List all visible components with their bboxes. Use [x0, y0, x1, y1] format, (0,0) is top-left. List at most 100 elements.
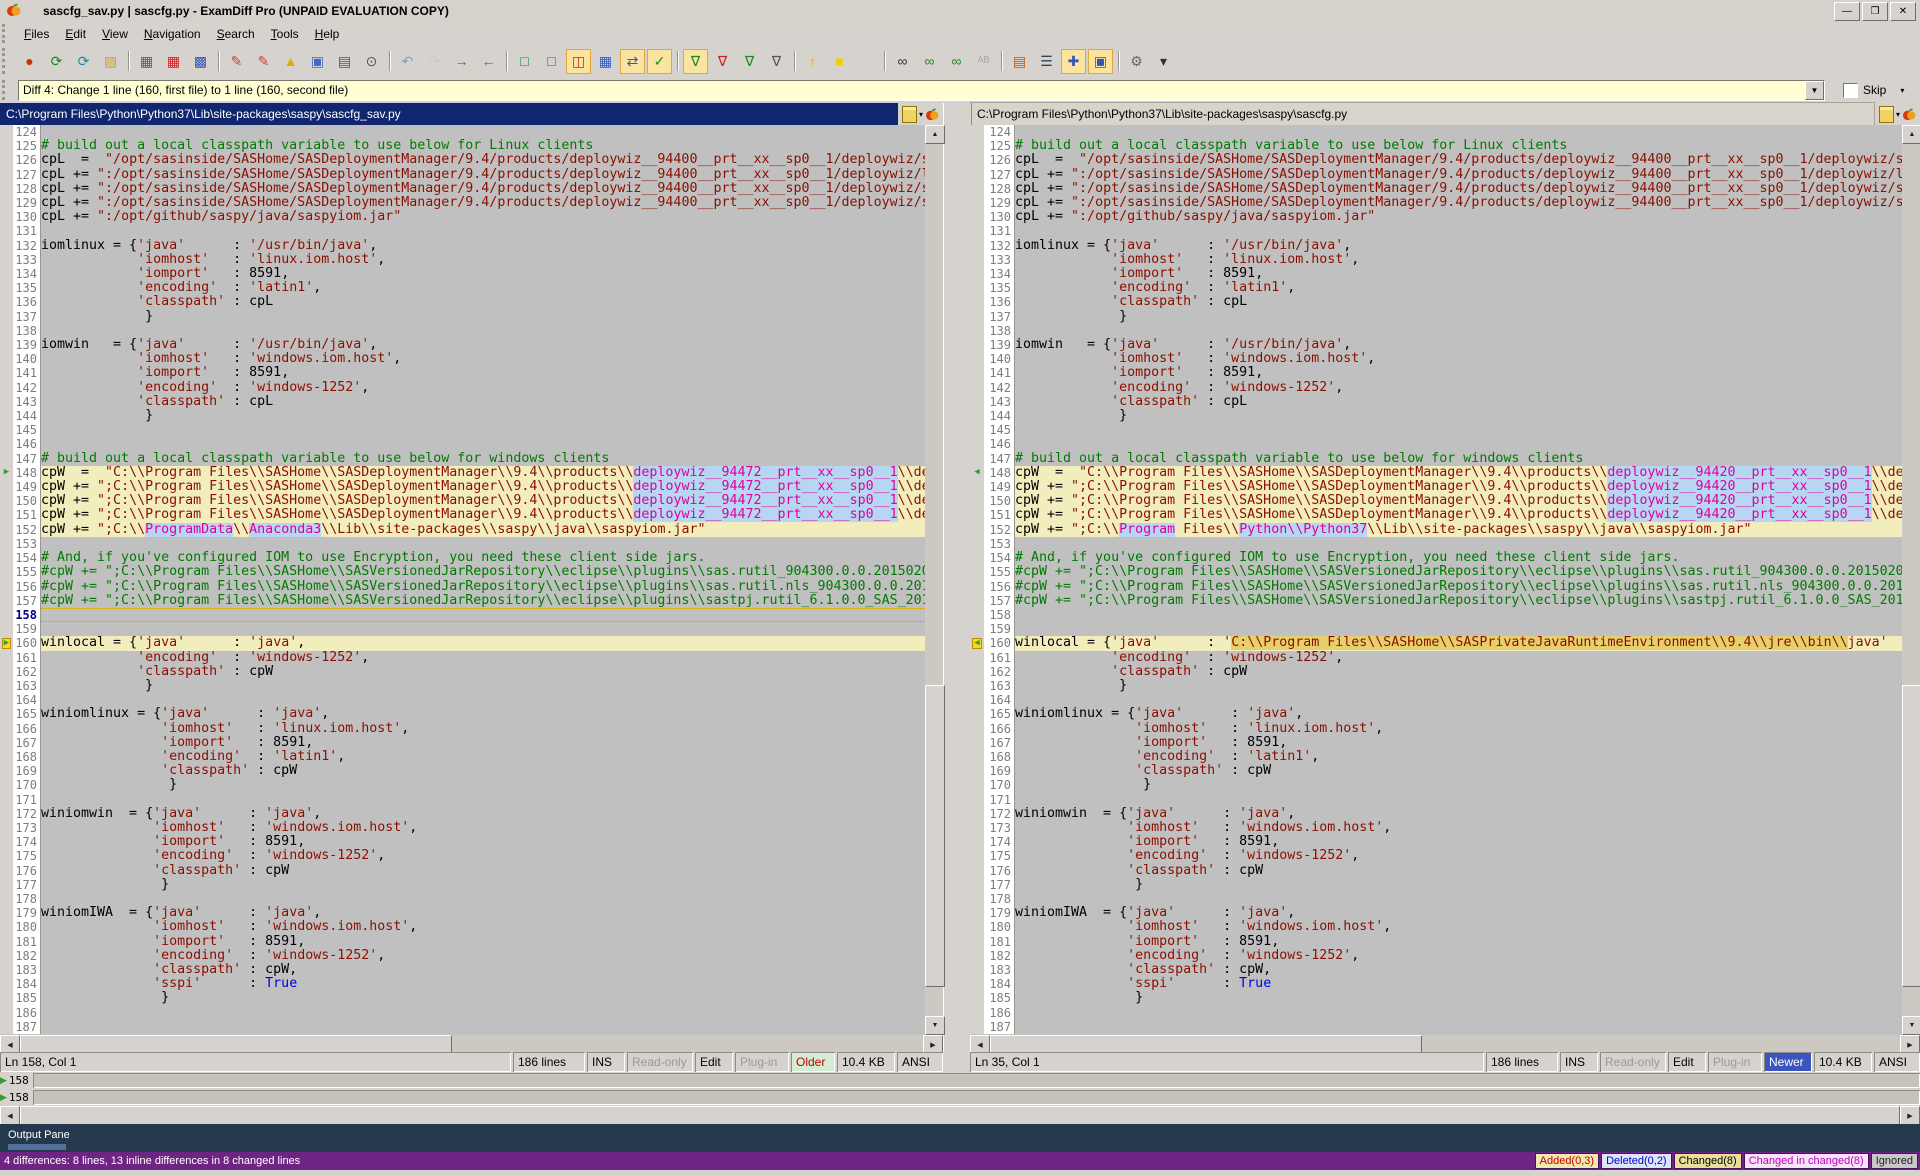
code-line-175[interactable]: 175 'encoding' : 'windows-1252',: [0, 849, 925, 863]
edit-flag[interactable]: Edit: [695, 1052, 733, 1072]
code-line-159[interactable]: 159: [970, 622, 1902, 636]
diff-stat-badge[interactable]: Changed in changed(8): [1744, 1153, 1869, 1169]
plugin-options-icon[interactable]: ▣: [1088, 49, 1113, 74]
code-line-136[interactable]: 136 'classpath' : cpL: [970, 295, 1902, 309]
code-line-147[interactable]: 147# build out a local classpath variabl…: [0, 452, 925, 466]
find-previous-icon[interactable]: ∞: [944, 49, 969, 74]
diff-stat-badge[interactable]: Deleted(0,2): [1601, 1153, 1672, 1169]
code-line-128[interactable]: 128cpL += ":/opt/sasinside/SASHome/SASDe…: [970, 182, 1902, 196]
code-line-153[interactable]: 153: [0, 537, 925, 551]
pane-splitter[interactable]: [943, 103, 972, 1052]
first-pane-vertical-scrollbar[interactable]: ▲ ▼: [925, 125, 943, 1035]
code-line-173[interactable]: 173 'iomhost' : 'windows.iom.host',: [0, 821, 925, 835]
code-line-168[interactable]: 168 'encoding' : 'latin1',: [0, 750, 925, 764]
code-line-186[interactable]: 186: [970, 1006, 1902, 1020]
save-diff-report-icon[interactable]: ▣: [305, 49, 330, 74]
scroll-thumb[interactable]: [20, 1106, 1900, 1125]
copy-to-first-icon[interactable]: ←: [476, 49, 501, 74]
code-line-166[interactable]: 166 'iomhost' : 'linux.iom.host',: [970, 722, 1902, 736]
code-line-135[interactable]: 135 'encoding' : 'latin1',: [970, 281, 1902, 295]
menu-item-edit[interactable]: Edit: [57, 24, 94, 44]
current-diff-combobox[interactable]: Diff 4: Change 1 line (160, first file) …: [18, 80, 1825, 101]
code-line-162[interactable]: 162 'classpath' : cpW: [0, 665, 925, 679]
save-first-file-icon[interactable]: ▦: [134, 49, 159, 74]
print-icon[interactable]: ▤: [332, 49, 357, 74]
save-both-files-icon[interactable]: ▩: [188, 49, 213, 74]
code-line-159[interactable]: 159: [0, 622, 925, 636]
code-line-131[interactable]: 131: [970, 224, 1902, 238]
bar-overflow-icon[interactable]: ▾: [1900, 86, 1904, 95]
code-line-187[interactable]: 187: [0, 1020, 925, 1034]
previous-diff-icon[interactable]: ↑: [800, 49, 825, 74]
code-line-146[interactable]: 146: [0, 437, 925, 451]
code-line-164[interactable]: 164: [0, 693, 925, 707]
code-line-167[interactable]: 167 'iomport' : 8591,: [0, 736, 925, 750]
code-line-179[interactable]: 179winiomIWA = {'java' : 'java',: [0, 906, 925, 920]
code-line-154[interactable]: 154# And, if you've configured IOM to us…: [970, 551, 1902, 565]
code-line-132[interactable]: 132iomlinux = {'java' : '/usr/bin/java',: [970, 239, 1902, 253]
save-second-file-icon[interactable]: ▦: [161, 49, 186, 74]
scroll-up-icon[interactable]: ▲: [925, 125, 945, 144]
code-line-169[interactable]: 169 'classpath' : cpW: [970, 764, 1902, 778]
code-line-177[interactable]: 177 }: [0, 878, 925, 892]
code-line-167[interactable]: 167 'iomport' : 8591,: [970, 736, 1902, 750]
scroll-left-icon[interactable]: ◀: [0, 1106, 20, 1125]
restore-button[interactable]: ❐: [1862, 2, 1888, 21]
code-line-156[interactable]: 156#cpW += ";C:\\Program Files\\SASHome\…: [0, 580, 925, 594]
second-pane-vertical-scrollbar[interactable]: ▲ ▼: [1902, 125, 1920, 1035]
edit-flag[interactable]: Edit: [1668, 1052, 1706, 1072]
code-line-141[interactable]: 141 'iomport' : 8591,: [970, 366, 1902, 380]
code-line-126[interactable]: 126cpL = "/opt/sasinside/SASHome/SASDepl…: [970, 153, 1902, 167]
filter-changed-icon[interactable]: ∇: [737, 49, 762, 74]
grid-view-icon[interactable]: ▦: [593, 49, 618, 74]
code-line-187[interactable]: 187: [970, 1020, 1902, 1034]
menu-item-view[interactable]: View: [94, 24, 136, 44]
options-gear-icon[interactable]: ⚙: [1124, 49, 1149, 74]
diff-stat-badge[interactable]: Changed(8): [1674, 1153, 1742, 1169]
code-line-140[interactable]: 140 'iomhost' : 'windows.iom.host',: [970, 352, 1902, 366]
find-next-icon[interactable]: ∞: [917, 49, 942, 74]
code-line-126[interactable]: 126cpL = "/opt/sasinside/SASHome/SASDepl…: [0, 153, 925, 167]
code-line-176[interactable]: 176 'classpath' : cpW: [0, 864, 925, 878]
code-line-172[interactable]: 172winiomwin = {'java' : 'java',: [970, 807, 1902, 821]
code-line-155[interactable]: 155#cpW += ";C:\\Program Files\\SASHome\…: [970, 565, 1902, 579]
code-line-170[interactable]: 170 }: [970, 778, 1902, 792]
minimize-button[interactable]: —: [1834, 2, 1860, 21]
code-line-173[interactable]: 173 'iomhost' : 'windows.iom.host',: [970, 821, 1902, 835]
code-line-164[interactable]: 164: [970, 693, 1902, 707]
menu-item-navigation[interactable]: Navigation: [136, 24, 209, 44]
code-line-128[interactable]: 128cpL += ":/opt/sasinside/SASHome/SASDe…: [0, 182, 925, 196]
toolbar-grip[interactable]: [2, 48, 12, 74]
code-line-161[interactable]: 161 'encoding' : 'windows-1252',: [970, 651, 1902, 665]
code-line-181[interactable]: 181 'iomport' : 8591,: [0, 935, 925, 949]
code-line-138[interactable]: 138: [0, 324, 925, 338]
toolbar-overflow-icon[interactable]: ▾: [1151, 49, 1176, 74]
scroll-thumb[interactable]: [1902, 685, 1920, 987]
menu-item-tools[interactable]: Tools: [263, 24, 307, 44]
code-line-147[interactable]: 147# build out a local classpath variabl…: [970, 452, 1902, 466]
code-line-135[interactable]: 135 'encoding' : 'latin1',: [0, 281, 925, 295]
copy-to-second-icon[interactable]: →: [449, 49, 474, 74]
diff-dropdown-icon[interactable]: ▼: [1805, 81, 1824, 100]
code-line-161[interactable]: 161 'encoding' : 'windows-1252',: [0, 651, 925, 665]
code-line-146[interactable]: 146: [970, 437, 1902, 451]
code-line-158[interactable]: 158: [0, 608, 925, 622]
code-line-130[interactable]: 130cpL += ":/opt/github/saspy/java/saspy…: [0, 210, 925, 224]
code-line-184[interactable]: 184 'sspi' : True: [0, 977, 925, 991]
code-line-139[interactable]: 139iomwin = {'java' : '/usr/bin/java',: [0, 338, 925, 352]
menu-item-search[interactable]: Search: [209, 24, 263, 44]
header-dropdown-icon[interactable]: ▾: [1896, 110, 1900, 119]
code-line-130[interactable]: 130cpL += ":/opt/github/saspy/java/saspy…: [970, 210, 1902, 224]
code-line-176[interactable]: 176 'classpath' : cpW: [970, 864, 1902, 878]
menu-item-files[interactable]: Files: [16, 24, 57, 44]
code-line-183[interactable]: 183 'classpath' : cpW,: [970, 963, 1902, 977]
recompare-files-icon[interactable]: ⟳: [71, 49, 96, 74]
inspector-horizontal-scrollbar[interactable]: ◀ ▶: [0, 1106, 1920, 1124]
code-line-181[interactable]: 181 'iomport' : 8591,: [970, 935, 1902, 949]
copy-path-icon[interactable]: [902, 106, 917, 123]
redo-icon[interactable]: ↷: [422, 49, 447, 74]
compare-files-icon[interactable]: ●: [17, 49, 42, 74]
code-line-143[interactable]: 143 'classpath' : cpL: [970, 395, 1902, 409]
code-line-171[interactable]: 171: [0, 793, 925, 807]
diff-marker-icon[interactable]: ◀: [970, 636, 984, 650]
